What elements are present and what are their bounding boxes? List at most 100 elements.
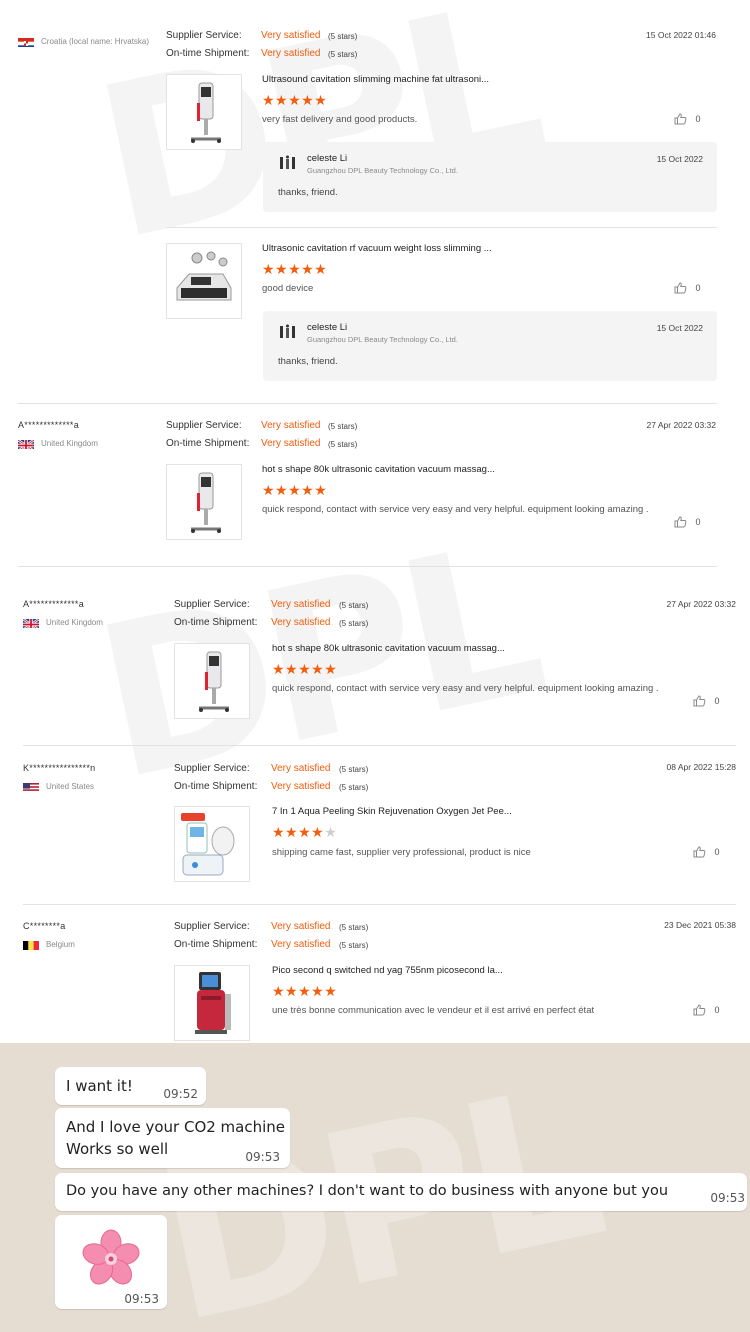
supplier-service-value: Very satisfied: [261, 420, 321, 431]
review-date: 08 Apr 2022 15:28: [666, 762, 736, 772]
belgium-flag-icon: [23, 939, 39, 950]
reviewer-name: A*************a: [23, 599, 85, 609]
like-count: 0: [714, 696, 720, 706]
seller-company: Guangzhou DPL Beauty Technology Co., Ltd…: [307, 166, 458, 175]
message-text: And I love your CO2 machine: [66, 1118, 286, 1136]
reviewer-country: United Kingdom: [41, 439, 98, 448]
reply-text: thanks, friend.: [278, 356, 338, 367]
thumbs-up-icon: [693, 846, 706, 860]
review-comment: une très bonne communication avec le ven…: [272, 1005, 595, 1016]
message-time: 09:53: [245, 1150, 280, 1164]
thumbs-up-icon: [693, 695, 706, 709]
reviewer-country: United Kingdom: [46, 618, 103, 627]
reply-date: 15 Oct 2022: [656, 154, 703, 164]
like-count: 0: [695, 114, 701, 124]
shipment-stars: (5 stars): [339, 783, 369, 792]
shipment-value: Very satisfied: [261, 438, 321, 449]
like-button[interactable]: 0: [693, 695, 720, 709]
divider: [23, 904, 736, 905]
supplier-service-stars: (5 stars): [328, 422, 358, 431]
supplier-service-stars: (5 stars): [339, 601, 369, 610]
seller-name: celeste Li: [307, 322, 348, 333]
divider: [18, 403, 717, 404]
product-thumbnail[interactable]: [174, 806, 250, 882]
divider: [18, 566, 717, 567]
like-count: 0: [714, 1005, 720, 1015]
product-thumbnail[interactable]: [166, 243, 242, 319]
seller-reply: celeste Li Guangzhou DPL Beauty Technolo…: [263, 142, 717, 212]
shipment-value: Very satisfied: [271, 939, 331, 950]
product-thumbnail[interactable]: [174, 643, 250, 719]
like-count: 0: [695, 517, 701, 527]
review-comment: good device: [262, 283, 314, 294]
thumbs-up-icon: [674, 516, 687, 530]
message-time: 09:52: [163, 1087, 198, 1101]
divider: [166, 227, 717, 228]
product-rating: ★★★★★: [262, 482, 328, 498]
seller-reply: celeste Li Guangzhou DPL Beauty Technolo…: [263, 311, 717, 381]
reviewer-name: K****************n: [23, 763, 96, 773]
supplier-service-label: Supplier Service:: [174, 763, 250, 774]
supplier-service-value: Very satisfied: [261, 30, 321, 41]
like-button[interactable]: 0: [693, 1004, 720, 1018]
supplier-service-label: Supplier Service:: [174, 921, 250, 932]
like-count: 0: [714, 847, 720, 857]
supplier-service-stars: (5 stars): [339, 765, 369, 774]
chat-message: And I love your CO2 machine Works so wel…: [55, 1108, 290, 1168]
thumbs-up-icon: [693, 1004, 706, 1018]
product-rating: ★★★★★: [262, 261, 328, 277]
review-comment: quick respond, contact with service very…: [262, 504, 649, 515]
like-button[interactable]: 0: [693, 846, 720, 860]
like-count: 0: [695, 283, 701, 293]
product-rating: ★★★★★: [262, 92, 328, 108]
product-rating: ★★★★★: [272, 661, 338, 677]
croatia-flag-icon: [18, 36, 34, 47]
chat-screenshot: DPL I want it! 09:52 And I love your CO2…: [0, 1043, 750, 1332]
shipment-label: On-time Shipment:: [174, 781, 258, 792]
uk-flag-icon: [23, 617, 39, 628]
product-title[interactable]: Ultrasound cavitation slimming machine f…: [262, 74, 489, 85]
cherry-blossom-sticker-icon: [81, 1229, 141, 1293]
product-title[interactable]: 7 In 1 Aqua Peeling Skin Rejuvenation Ox…: [272, 806, 512, 817]
like-button[interactable]: 0: [674, 282, 701, 296]
supplier-service-value: Very satisfied: [271, 921, 331, 932]
product-thumbnail[interactable]: [166, 74, 242, 150]
shipment-label: On-time Shipment:: [174, 939, 258, 950]
review-date: 23 Dec 2021 05:38: [664, 920, 736, 930]
uk-flag-icon: [18, 438, 34, 449]
shipment-stars: (5 stars): [339, 619, 369, 628]
chat-message: I want it! 09:52: [55, 1067, 206, 1105]
product-thumbnail[interactable]: [174, 965, 250, 1041]
product-thumbnail[interactable]: [166, 464, 242, 540]
product-title[interactable]: hot s shape 80k ultrasonic cavitation va…: [262, 464, 495, 475]
like-button[interactable]: 0: [674, 113, 701, 127]
seller-company: Guangzhou DPL Beauty Technology Co., Ltd…: [307, 335, 458, 344]
reviewer-country: Belgium: [46, 940, 75, 949]
reviewer-country: United States: [46, 782, 95, 791]
shipment-value: Very satisfied: [261, 48, 321, 59]
message-time: 09:53: [124, 1292, 159, 1306]
supplier-service-stars: (5 stars): [339, 923, 369, 932]
shipment-stars: (5 stars): [328, 50, 358, 59]
supplier-service-label: Supplier Service:: [166, 420, 242, 431]
like-button[interactable]: 0: [674, 516, 701, 530]
message-text: I want it!: [66, 1077, 133, 1095]
product-rating: ★★★★★: [272, 824, 338, 840]
shipment-label: On-time Shipment:: [166, 438, 250, 449]
supplier-service-value: Very satisfied: [271, 599, 331, 610]
product-title[interactable]: Ultrasonic cavitation rf vacuum weight l…: [262, 243, 492, 254]
supplier-service-label: Supplier Service:: [174, 599, 250, 610]
shipment-value: Very satisfied: [271, 617, 331, 628]
thumbs-up-icon: [674, 113, 690, 127]
us-flag-icon: [23, 781, 39, 792]
supplier-service-label: Supplier Service:: [166, 30, 242, 41]
review-date: 27 Apr 2022 03:32: [646, 420, 716, 430]
product-title[interactable]: hot s shape 80k ultrasonic cavitation va…: [272, 643, 505, 654]
shipment-stars: (5 stars): [339, 941, 369, 950]
review-comment: very fast delivery and good products.: [262, 114, 418, 125]
thumbs-up-icon: [674, 282, 687, 296]
reviewer-name: C********a: [23, 921, 66, 931]
product-title[interactable]: Pico second q switched nd yag 755nm pico…: [272, 965, 503, 976]
review-comment: shipping came fast, supplier very profes…: [272, 847, 531, 858]
review-comment: quick respond, contact with service very…: [272, 683, 659, 694]
